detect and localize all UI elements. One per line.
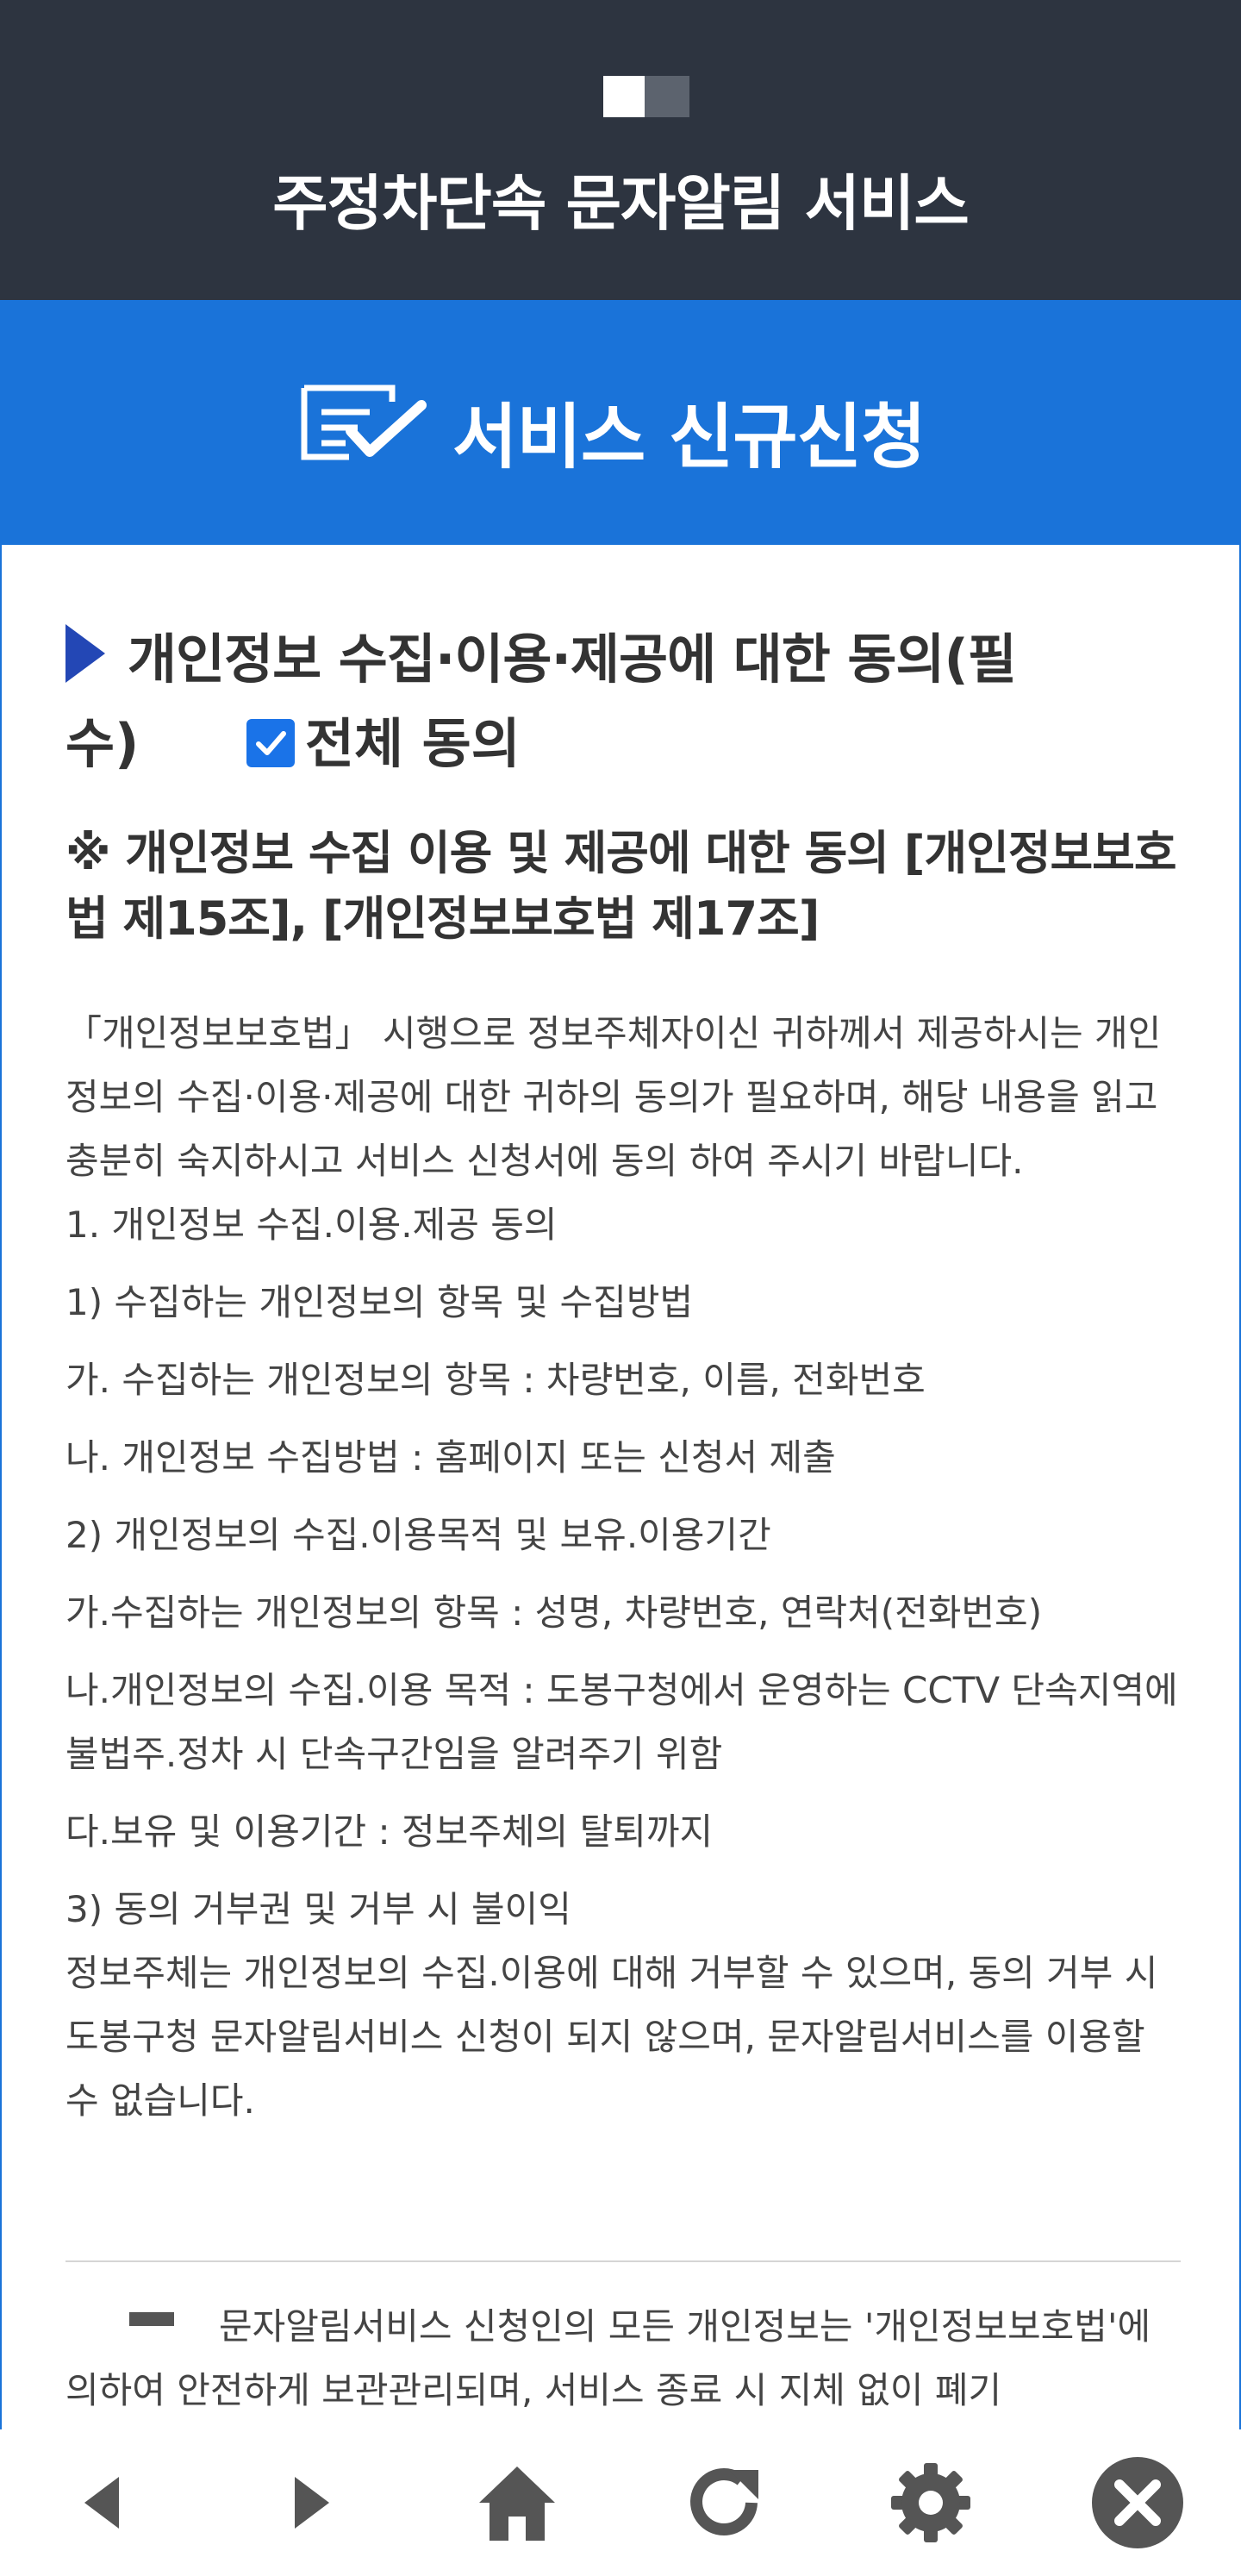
dash-icon — [129, 2311, 174, 2326]
list-item: 1. 개인정보 수집.이용.제공 동의 — [65, 1204, 558, 1246]
home-button[interactable] — [465, 2451, 569, 2554]
home-icon[interactable] — [474, 2460, 560, 2546]
logo-icon — [603, 76, 689, 117]
footer-note: 문자알림서비스 신청인의 모든 개인정보는 '개인정보보호법'에 의하여 안전하… — [65, 2295, 1186, 2423]
refresh-button[interactable] — [672, 2451, 776, 2554]
refresh-icon[interactable] — [681, 2460, 767, 2546]
list-item: 다.보유 및 이용기간 : 정보주체의 탈퇴까지 — [65, 1810, 714, 1853]
settings-icon[interactable] — [888, 2460, 974, 2546]
service-banner: 서비스 신규신청 — [0, 300, 1241, 545]
list-item: 가. 수집하는 개인정보의 항목 : 차량번호, 이름, 전화번호 — [65, 1359, 926, 1401]
heading-line-2: 수) — [65, 712, 140, 775]
divider — [65, 2260, 1181, 2262]
notice-title: ※ 개인정보 수집 이용 및 제공에 대한 동의 [개인정보보호법 제15조],… — [65, 826, 1177, 946]
bottom-nav — [0, 2429, 1241, 2576]
form-check-icon — [301, 385, 427, 460]
heading-line-1: 개인정보 수집·이용·제공에 대한 동의(필 — [128, 628, 1017, 691]
close-button[interactable] — [1086, 2451, 1189, 2554]
list-item: 정보주체는 개인정보의 수집.이용에 대해 거부할 수 있으며, 동의 거부 시… — [65, 1952, 1158, 2122]
settings-button[interactable] — [879, 2451, 982, 2554]
banner-title: 서비스 신규신청 — [452, 397, 926, 478]
close-icon[interactable] — [1090, 2455, 1185, 2550]
forward-button[interactable] — [259, 2451, 362, 2554]
footer-note-text: 문자알림서비스 신청인의 모든 개인정보는 '개인정보보호법'에 의하여 안전하… — [65, 2305, 1151, 2411]
list-item: 2) 개인정보의 수집.이용목적 및 보유.이용기간 — [65, 1514, 771, 1556]
list-item: 나. 개인정보 수집방법 : 홈페이지 또는 신청서 제출 — [65, 1436, 836, 1479]
list-item: 나.개인정보의 수집.이용 목적 : 도봉구청에서 운영하는 CCTV 단속지역… — [65, 1669, 1178, 1775]
triangle-marker-icon — [65, 624, 105, 683]
list-item: 가.수집하는 개인정보의 항목 : 성명, 차량번호, 연락처(전화번호) — [65, 1591, 1043, 1634]
list-item: 3) 동의 거부권 및 거부 시 불이익 — [65, 1888, 571, 1930]
back-button[interactable] — [52, 2451, 155, 2554]
consent-body: 「개인정보보호법」 시행으로 정보주체자이신 귀하께서 제공하시는 개인정보의 … — [65, 1002, 1186, 2133]
list-item: 1) 수집하는 개인정보의 항목 및 수집방법 — [65, 1281, 694, 1323]
agree-all-checkbox[interactable]: 전체 동의 — [246, 700, 521, 778]
intro-paragraph: 「개인정보보호법」 시행으로 정보주체자이신 귀하께서 제공하시는 개인정보의 … — [65, 1012, 1162, 1182]
top-header: 주정차단속 문자알림 서비스 — [0, 0, 1241, 300]
consent-panel[interactable]: 개인정보 수집·이용·제공에 대한 동의(필 수) 전체 동의 ※ 개인정보 수… — [0, 545, 1241, 2429]
agree-all-label[interactable]: 전체 동의 — [305, 700, 521, 778]
back-icon[interactable] — [69, 2468, 138, 2537]
forward-icon[interactable] — [276, 2468, 345, 2537]
app-title: 주정차단속 문자알림 서비스 — [272, 168, 970, 239]
checkbox-checked-icon[interactable] — [246, 719, 295, 767]
